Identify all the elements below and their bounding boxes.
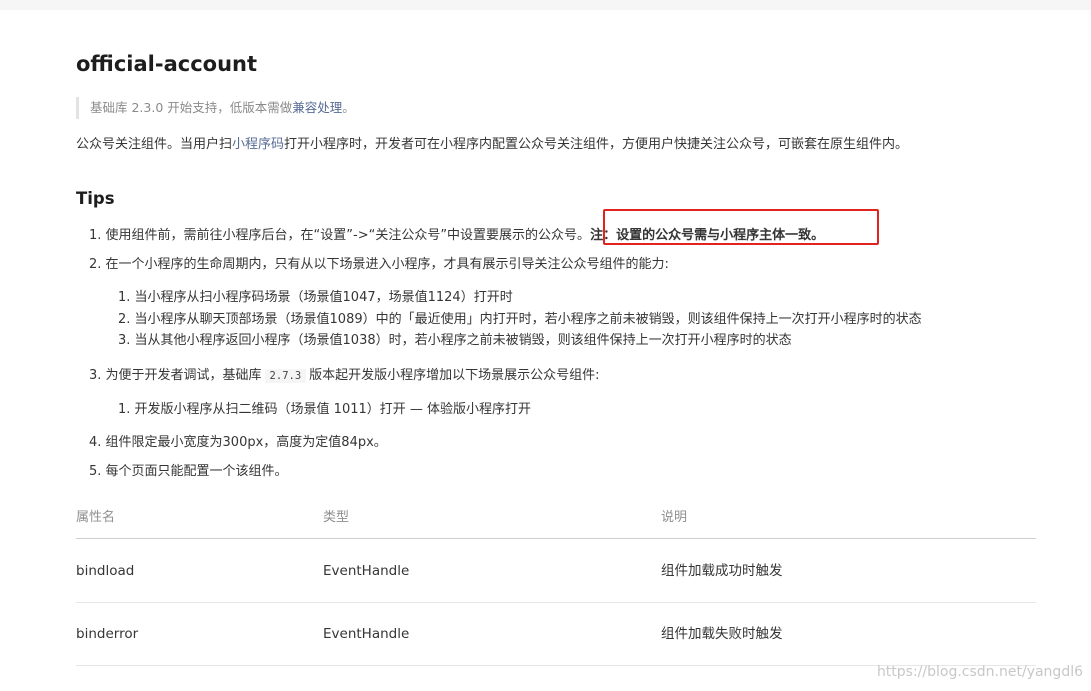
table-header-desc: 说明 bbox=[661, 510, 688, 525]
tip-2-sub-item: 3. 当从其他小程序返回小程序（场景值1038）时，若小程序之前未被销毁，则该组… bbox=[118, 333, 792, 348]
component-description: 公众号关注组件。当用户扫小程序码打开小程序时，开发者可在小程序内配置公众号关注组… bbox=[76, 136, 908, 154]
tip-2-sub-item: 1. 当小程序从扫小程序码场景（场景值1047，场景值1124）打开时 bbox=[118, 290, 513, 305]
tip-3-prefix: 3. 为便于开发者调试，基础库 bbox=[89, 368, 262, 383]
table-cell-type: EventHandle bbox=[323, 626, 410, 642]
mini-program-code-link[interactable]: 小程序码 bbox=[232, 137, 284, 152]
watermark: https://blog.csdn.net/yangdl6 bbox=[876, 664, 1083, 680]
table-header-divider bbox=[76, 538, 1036, 539]
tip-item-2: 2. 在一个小程序的生命周期内，只有从以下场景进入小程序，才具有展示引导关注公众… bbox=[89, 257, 669, 272]
table-header-name: 属性名 bbox=[76, 510, 116, 525]
table-cell-type: EventHandle bbox=[323, 563, 410, 579]
top-bar bbox=[0, 0, 1091, 10]
table-cell-attr: binderror bbox=[76, 626, 139, 642]
version-note-text: 基础库 2.3.0 开始支持，低版本需做 bbox=[90, 100, 293, 115]
highlight-annotation-box bbox=[603, 209, 879, 245]
tip-item-4: 4. 组件限定最小宽度为300px，高度为定值84px。 bbox=[89, 435, 387, 450]
table-cell-attr: bindload bbox=[76, 563, 135, 579]
tip-3-suffix: 版本起开发版小程序增加以下场景展示公众号组件: bbox=[309, 368, 600, 383]
table-row-divider bbox=[76, 602, 1036, 603]
tip-item-5: 5. 每个页面只能配置一个该组件。 bbox=[89, 464, 288, 479]
table-cell-desc: 组件加载成功时触发 bbox=[661, 563, 783, 579]
compat-link[interactable]: 兼容处理 bbox=[292, 100, 342, 115]
description-suffix: 打开小程序时，开发者可在小程序内配置公众号关注组件，方便用户快捷关注公众号，可嵌… bbox=[284, 137, 909, 152]
page-title: official-account bbox=[76, 52, 258, 76]
tip-1-text: 1. 使用组件前，需前往小程序后台，在“设置”->“关注公众号”中设置要展示的公… bbox=[89, 228, 591, 243]
description-prefix: 公众号关注组件。当用户扫 bbox=[76, 137, 233, 152]
table-cell-desc: 组件加载失败时触发 bbox=[661, 626, 783, 642]
table-header-type: 类型 bbox=[323, 510, 350, 525]
version-note-suffix: 。 bbox=[342, 100, 355, 115]
version-note: 基础库 2.3.0 开始支持，低版本需做兼容处理。 bbox=[76, 97, 355, 119]
tip-3-sub-item: 1. 开发版小程序从扫二维码（场景值 1011）打开 — 体验版小程序打开 bbox=[118, 402, 532, 417]
tip-2-sub-item: 2. 当小程序从聊天顶部场景（场景值1089）中的「最近使用」内打开时，若小程序… bbox=[118, 312, 922, 327]
version-code: 2.7.3 bbox=[264, 369, 307, 383]
tips-heading: Tips bbox=[76, 189, 115, 208]
tip-item-3: 3. 为便于开发者调试，基础库 2.7.3 版本起开发版小程序增加以下场景展示公众号… bbox=[89, 367, 600, 385]
